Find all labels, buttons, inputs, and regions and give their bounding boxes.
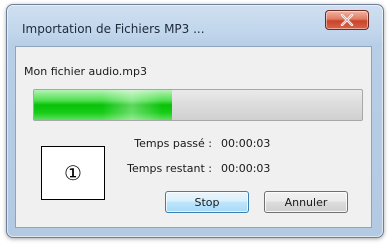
cancel-button[interactable]: Annuler <box>264 191 348 213</box>
annotation-marker: ① <box>41 146 105 200</box>
window-title: Importation de Fichiers MP3 ... <box>22 22 205 36</box>
stop-button[interactable]: Stop <box>165 191 249 213</box>
remaining-time-label: Temps restant : <box>127 162 212 175</box>
remaining-time-value: 00:00:03 <box>221 162 271 175</box>
elapsed-time-value: 00:00:03 <box>221 137 271 150</box>
elapsed-time-label: Temps passé : <box>134 137 212 150</box>
progress-highlight <box>101 90 162 120</box>
progress-bar <box>33 89 363 121</box>
close-x-icon <box>340 14 354 26</box>
close-button[interactable] <box>325 10 369 30</box>
file-name-label: Mon fichier audio.mp3 <box>24 65 147 78</box>
